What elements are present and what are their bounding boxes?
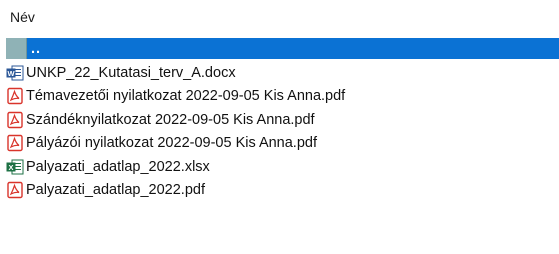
file-list-panel: Név .. W UNKP_22_Kutatasi_terv_A.docx Té… xyxy=(0,0,559,254)
file-name: Palyazati_adatlap_2022.pdf xyxy=(26,182,205,199)
excel-doc-icon: X xyxy=(6,158,24,176)
folder-up-icon xyxy=(6,38,27,59)
svg-text:X: X xyxy=(8,163,13,172)
file-row-pdf[interactable]: Szándéknyilatkozat 2022-09-05 Kis Anna.p… xyxy=(6,108,559,132)
file-row-docx[interactable]: W UNKP_22_Kutatasi_terv_A.docx xyxy=(6,61,559,85)
file-name: Szándéknyilatkozat 2022-09-05 Kis Anna.p… xyxy=(26,111,315,128)
file-name: Pályázói nyilatkozat 2022-09-05 Kis Anna… xyxy=(26,135,317,152)
file-row-xlsx[interactable]: X Palyazati_adatlap_2022.xlsx xyxy=(6,155,559,179)
file-row-parent-folder[interactable]: .. xyxy=(6,38,559,59)
file-name: Palyazati_adatlap_2022.xlsx xyxy=(26,158,210,175)
file-row-pdf[interactable]: Témavezetői nyilatkozat 2022-09-05 Kis A… xyxy=(6,85,559,109)
pdf-icon xyxy=(6,111,24,129)
word-doc-icon: W xyxy=(6,64,24,82)
column-header-name[interactable]: Név xyxy=(10,9,35,25)
file-row-pdf[interactable]: Palyazati_adatlap_2022.pdf xyxy=(6,179,559,203)
pdf-icon xyxy=(6,134,24,152)
pdf-icon xyxy=(6,87,24,105)
file-list: .. W UNKP_22_Kutatasi_terv_A.docx Témave… xyxy=(6,38,559,202)
file-name: .. xyxy=(31,40,42,57)
svg-text:W: W xyxy=(7,69,15,78)
pdf-icon xyxy=(6,181,24,199)
file-row-pdf[interactable]: Pályázói nyilatkozat 2022-09-05 Kis Anna… xyxy=(6,132,559,156)
file-name: UNKP_22_Kutatasi_terv_A.docx xyxy=(26,64,236,81)
file-name: Témavezetői nyilatkozat 2022-09-05 Kis A… xyxy=(26,88,346,105)
